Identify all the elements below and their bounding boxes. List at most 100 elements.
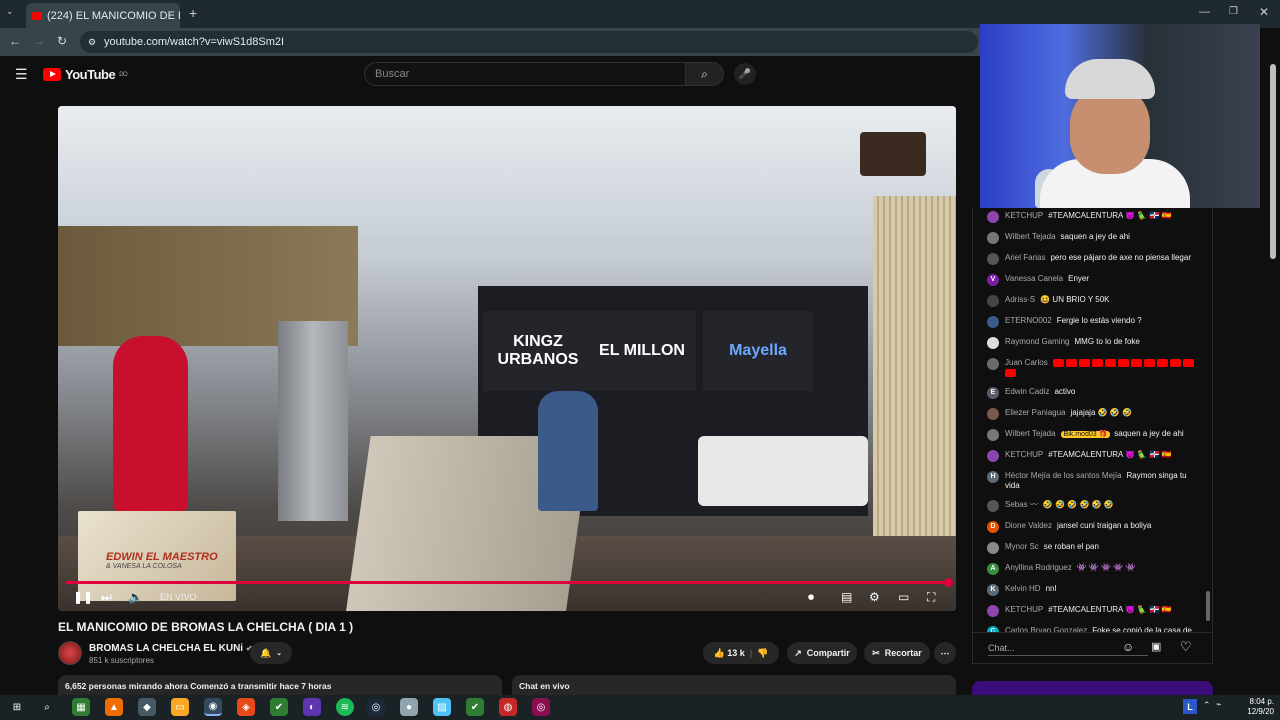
spotify-icon[interactable]: ≋ bbox=[336, 698, 354, 716]
autoplay-toggle-icon[interactable]: ⏺ bbox=[808, 590, 814, 605]
chat-author[interactable]: Wilbert Tejada bbox=[1005, 232, 1056, 241]
chat-message[interactable]: Juan Carlos bbox=[987, 358, 1203, 378]
volume-icon[interactable]: 🔈 bbox=[128, 590, 143, 604]
chat-avatar[interactable] bbox=[987, 253, 999, 265]
channel-name[interactable]: BROMAS LA CHELCHA EL KUNi ✔ bbox=[89, 643, 253, 654]
app-icon[interactable]: ◍ bbox=[499, 698, 517, 716]
chat-avatar[interactable] bbox=[987, 429, 999, 441]
chat-avatar[interactable] bbox=[987, 316, 999, 328]
pause-icon[interactable]: ❚❚ bbox=[73, 590, 93, 604]
more-actions-button[interactable]: ⋯ bbox=[934, 642, 956, 664]
app-icon[interactable]: ▨ bbox=[433, 698, 451, 716]
reload-icon[interactable]: ↻ bbox=[57, 34, 67, 48]
restore-icon[interactable]: ❐ bbox=[1229, 6, 1238, 17]
chat-avatar[interactable]: E bbox=[987, 387, 999, 399]
chat-author[interactable]: Anyllina Rodriguez bbox=[1005, 563, 1072, 572]
chat-author[interactable]: Dione Valdez bbox=[1005, 521, 1052, 530]
file-explorer-icon[interactable]: ▭ bbox=[171, 698, 189, 716]
app-icon[interactable]: ✔ bbox=[466, 698, 484, 716]
next-icon[interactable]: ⏭ bbox=[101, 590, 112, 605]
heart-icon[interactable]: ♡ bbox=[1180, 639, 1192, 655]
chat-message[interactable]: H Héctor Mejía de los santos Mejía Raymon … bbox=[987, 471, 1203, 491]
youtube-logo[interactable]: YouTube DO bbox=[43, 67, 128, 82]
chat-avatar[interactable]: H bbox=[987, 471, 999, 483]
search-input[interactable]: Buscar bbox=[364, 62, 686, 86]
site-info-icon[interactable]: ⚙ bbox=[88, 37, 96, 48]
chat-message[interactable]: V Vanessa Canela Enyer bbox=[987, 274, 1203, 286]
chat-message[interactable]: Wilbert Tejada Bik.mod03 🎁 saquen a jey de… bbox=[987, 429, 1203, 441]
chat-avatar[interactable] bbox=[987, 450, 999, 462]
chat-message[interactable]: Sebas 〰 🤣 🤣 🤣 🤣 🤣 🤣 bbox=[987, 500, 1203, 512]
chat-message[interactable]: Raymond Gaming MMG to lo de foke bbox=[987, 337, 1203, 349]
chat-avatar[interactable] bbox=[987, 358, 999, 370]
search-button[interactable]: ⌕ bbox=[686, 62, 724, 86]
chat-message[interactable]: ETERNO002 Fergie lo estás viendo ? bbox=[987, 316, 1203, 328]
chat-author[interactable]: Sebas 〰 bbox=[1005, 500, 1038, 509]
settings-gear-icon[interactable]: ⚙ bbox=[869, 590, 880, 604]
like-button[interactable]: 👍 13 k bbox=[714, 648, 745, 659]
progress-bar[interactable] bbox=[66, 581, 948, 584]
forward-icon[interactable]: → bbox=[33, 34, 45, 48]
tray-chevron-icon[interactable]: ⌃ bbox=[1203, 700, 1211, 711]
chat-message[interactable]: D Dione Valdez jansel cuni traigan a boliy… bbox=[987, 521, 1203, 533]
app-icon[interactable]: ◎ bbox=[532, 698, 550, 716]
windows-start-icon[interactable]: ⊞ bbox=[8, 698, 26, 716]
chat-promo-banner[interactable] bbox=[972, 681, 1213, 695]
progress-scrubber[interactable] bbox=[944, 578, 953, 587]
video-player[interactable]: KINGZ URBANOS EL MILLON Mayella EDWIN EL… bbox=[58, 106, 956, 611]
taskbar-clock[interactable]: 8:04 p. 12/9/20 bbox=[1234, 697, 1274, 717]
chat-author[interactable]: Mynor Sc bbox=[1005, 542, 1039, 551]
chat-author[interactable]: Juan Carlos bbox=[1005, 358, 1048, 367]
chat-author[interactable]: Ariel Farias bbox=[1005, 253, 1045, 262]
menu-icon[interactable]: ☰ bbox=[15, 66, 28, 83]
chat-message[interactable]: Wilbert Tejada saquen a jey de ahi bbox=[987, 232, 1203, 244]
chat-author[interactable]: Raymond Gaming bbox=[1005, 337, 1069, 346]
chat-message[interactable]: Adriss-S 😆 UN BRIO Y 50K bbox=[987, 295, 1203, 307]
chat-avatar[interactable] bbox=[987, 605, 999, 617]
notifications-button[interactable]: 🔔 ⌄ bbox=[250, 642, 292, 664]
chat-author[interactable]: Eliezer Paniagua bbox=[1005, 408, 1065, 417]
page-scrollbar[interactable] bbox=[1270, 64, 1276, 259]
back-icon[interactable]: ← bbox=[9, 34, 21, 48]
chat-avatar[interactable] bbox=[987, 542, 999, 554]
live-label[interactable]: EN VIVO bbox=[160, 592, 197, 602]
chat-avatar[interactable] bbox=[987, 408, 999, 420]
language-indicator[interactable]: L bbox=[1183, 699, 1197, 714]
share-button[interactable]: ↗ Compartir bbox=[787, 642, 857, 664]
chat-avatar[interactable] bbox=[987, 232, 999, 244]
chat-author[interactable]: Adriss-S bbox=[1005, 295, 1035, 304]
chat-author[interactable]: Edwin Cadiz bbox=[1005, 387, 1049, 396]
emoji-icon[interactable]: ☺ bbox=[1122, 640, 1134, 654]
fullscreen-icon[interactable]: ⛶ bbox=[927, 590, 935, 605]
chat-author[interactable]: KETCHUP bbox=[1005, 211, 1043, 220]
search-taskbar-icon[interactable]: ⌕ bbox=[38, 698, 56, 716]
app-icon[interactable]: ● bbox=[400, 698, 418, 716]
minimize-icon[interactable]: — bbox=[1199, 6, 1210, 18]
chat-avatar[interactable]: V bbox=[987, 274, 999, 286]
app-icon[interactable]: ▦ bbox=[72, 698, 90, 716]
chrome-icon[interactable]: ◉ bbox=[204, 698, 222, 716]
chat-message[interactable]: Ariel Farias pero ese pájaro de axe no pi… bbox=[987, 253, 1203, 265]
chat-avatar[interactable]: K bbox=[987, 584, 999, 596]
clip-button[interactable]: ✂ Recortar bbox=[864, 642, 930, 664]
close-window-icon[interactable]: ✕ bbox=[1259, 5, 1269, 19]
chat-author[interactable]: KETCHUP bbox=[1005, 605, 1043, 614]
chat-avatar[interactable] bbox=[987, 500, 999, 512]
app-icon[interactable]: ◆ bbox=[138, 698, 156, 716]
description-box[interactable]: 6,652 personas mirando ahora Comenzó a t… bbox=[58, 675, 502, 695]
super-chat-icon[interactable]: ▣ bbox=[1151, 640, 1161, 653]
address-bar[interactable]: ⚙ youtube.com/watch?v=viwS1d8Sm2I bbox=[80, 31, 978, 53]
brave-icon[interactable]: ◈ bbox=[237, 698, 255, 716]
browser-tab[interactable]: (224) EL MANICOMIO DE B 🔊 ✕ bbox=[26, 3, 180, 28]
app-icon[interactable]: ◐ bbox=[303, 698, 321, 716]
app-icon[interactable]: ✔ bbox=[270, 698, 288, 716]
chat-avatar[interactable]: D bbox=[987, 521, 999, 533]
chat-message[interactable]: K Kelvin HD nnl bbox=[987, 584, 1203, 596]
dislike-icon[interactable]: 👎 bbox=[757, 648, 768, 659]
subtitles-icon[interactable]: ▤ bbox=[841, 590, 852, 604]
chat-message[interactable]: KETCHUP #TEAMCALENTURA 😈 🦜 🇩🇴 🇪🇸 bbox=[987, 450, 1203, 462]
chat-message[interactable]: Eliezer Paniagua jajajaja 🤣 🤣 🤣 bbox=[987, 408, 1203, 420]
chat-message[interactable]: E Edwin Cadiz activo bbox=[987, 387, 1203, 399]
steam-icon[interactable]: ◎ bbox=[367, 698, 385, 716]
chat-avatar[interactable] bbox=[987, 295, 999, 307]
